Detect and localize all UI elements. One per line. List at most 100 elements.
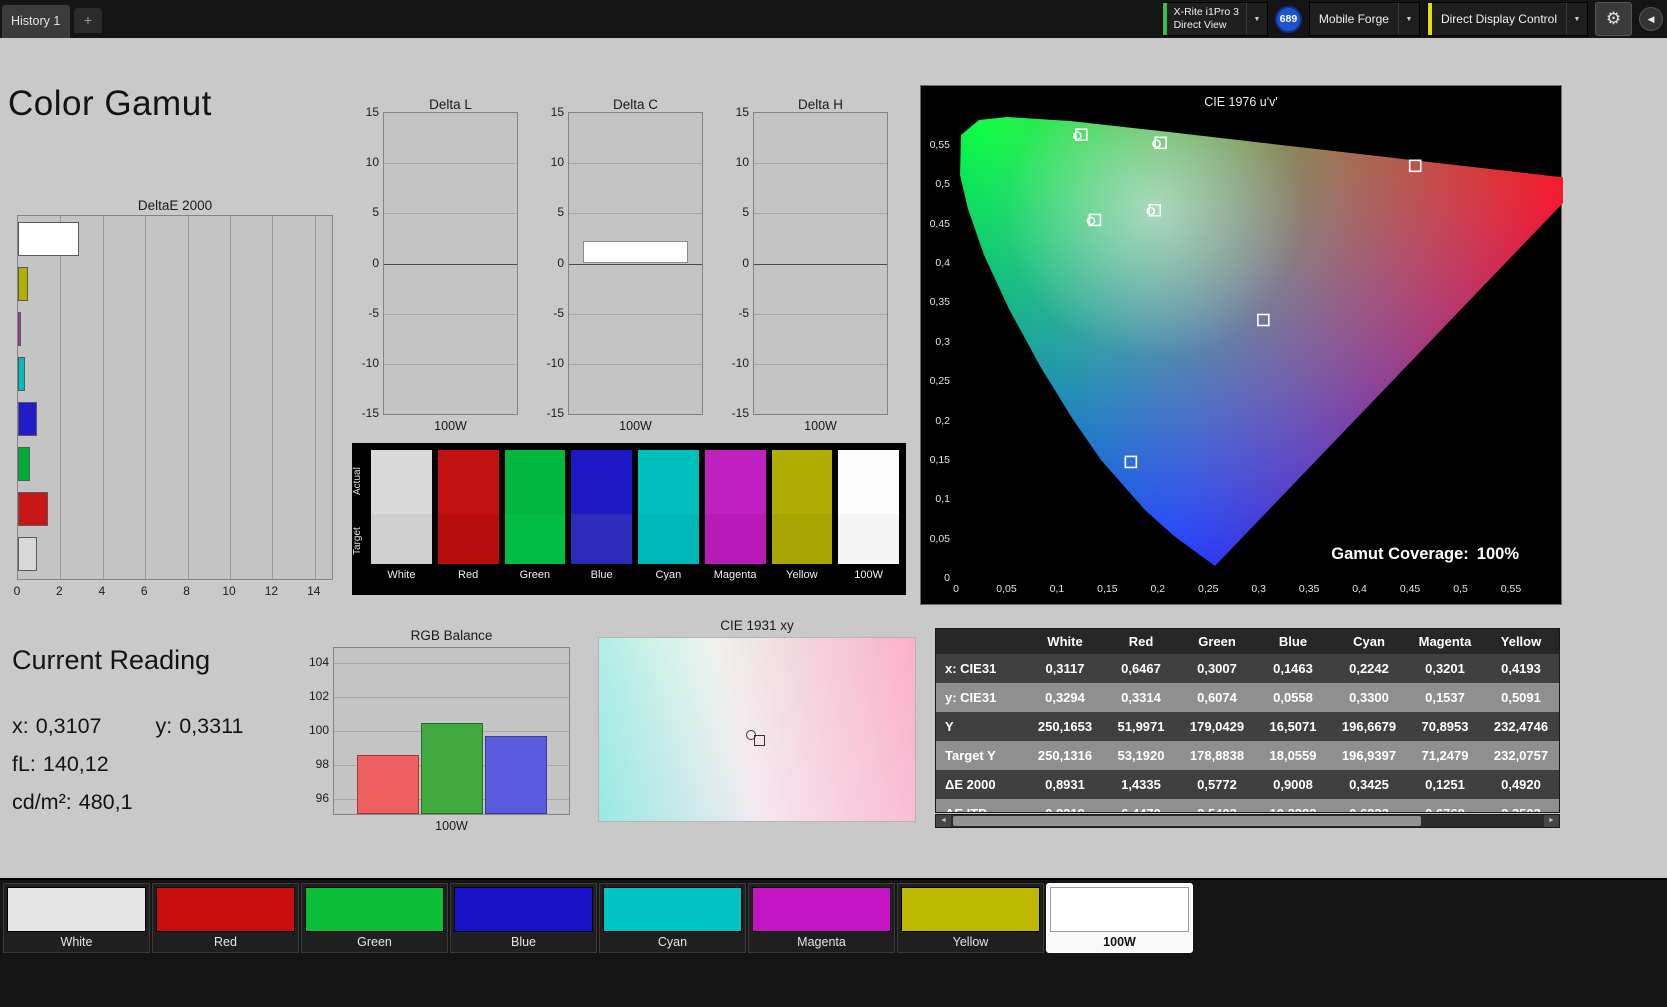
add-tab-button[interactable]: + (74, 8, 102, 33)
pattern-button-label: Red (214, 935, 237, 949)
cell-value: 0,1537 (1425, 690, 1465, 705)
swatch-column-magenta: Magenta (704, 450, 766, 595)
cell-value: 232,4746 (1493, 719, 1549, 734)
deltae2000-chart (17, 215, 333, 580)
pattern-button-yellow[interactable]: Yellow (897, 883, 1044, 953)
axis-tick-label: 0,05 (996, 583, 1017, 595)
cell-value: 18,0559 (1269, 748, 1317, 763)
row-label: ΔE 2000 (945, 777, 996, 792)
pattern-button-magenta[interactable]: Magenta (748, 883, 895, 953)
cell-value: 0,3294 (1045, 690, 1085, 705)
chevron-down-icon[interactable]: ▼ (1566, 3, 1587, 35)
cell-value: 70,8953 (1421, 719, 1469, 734)
axis-tick-label: 104 (308, 655, 329, 669)
axis-tick-label: 96 (315, 791, 329, 805)
color-patch (156, 887, 295, 932)
table-scrollbar[interactable]: ◄ ► (935, 814, 1560, 828)
color-patch (305, 887, 444, 932)
deltae-bar-yellow (18, 267, 29, 301)
app-window: History 1 + X-Rite i1Pro 3 Direct View ▼… (0, 0, 1667, 1007)
cell-value: 0,6074 (1197, 690, 1237, 705)
rgb-bar-blue (485, 736, 547, 814)
swatch-columns: White Red Green Blue Cyan Magenta Yellow 100W (369, 443, 906, 595)
gamut-coverage-value: 100% (1476, 545, 1519, 563)
scrollbar-track[interactable] (951, 815, 1544, 827)
table-body: x: CIE31 0,3117 0,6467 0,3007 0,1463 0,2242 0,… (936, 654, 1559, 812)
cie1931-chart (598, 637, 916, 822)
grid-line (754, 163, 887, 165)
column-header (936, 629, 1027, 654)
scrollbar-thumb[interactable] (953, 816, 1421, 826)
cie1976-title: CIE 1976 u'v' (1204, 95, 1278, 109)
color-patch (901, 887, 1040, 932)
meter-dropdown[interactable]: X-Rite i1Pro 3 Direct View ▼ (1161, 2, 1268, 36)
cell-value: 232,0757 (1493, 748, 1549, 763)
delta-h-chart (753, 112, 888, 415)
axis-tick-label: 0,45 (929, 217, 950, 230)
gear-icon[interactable]: ⚙ (1595, 2, 1632, 36)
column-header: Cyan (1353, 634, 1385, 649)
delta-h-y-axis: 15 10 5 0 -5 -10 -15 (719, 105, 749, 420)
display-control-label: Direct Display Control (1440, 12, 1557, 26)
deltae-bar-red (18, 492, 49, 526)
actual-swatch (838, 450, 899, 514)
topbar-controls: X-Rite i1Pro 3 Direct View ▼ 689 Mobile … (1161, 0, 1663, 38)
pattern-button-100w[interactable]: 100W (1046, 883, 1193, 953)
delta-h-x-label: 100W (804, 419, 837, 433)
y-label: y: (155, 714, 173, 738)
grid-line (384, 363, 517, 365)
axis-tick-label: 0,25 (1198, 583, 1219, 595)
grid-line (187, 216, 189, 579)
target-swatch (838, 514, 899, 564)
top-bar: History 1 + X-Rite i1Pro 3 Direct View ▼… (0, 0, 1667, 38)
table-row: Target Y 250,1316 53,1920 178,8838 18,0559 19… (936, 741, 1559, 770)
scroll-right-icon[interactable]: ► (1544, 815, 1559, 827)
delta-c-y-axis: 15 10 5 0 -5 -10 -15 (534, 105, 564, 420)
collapse-panel-icon[interactable]: ◀ (1639, 7, 1663, 31)
chevron-down-icon[interactable]: ▼ (1397, 3, 1419, 35)
pattern-button-white[interactable]: White (3, 883, 150, 953)
pattern-button-green[interactable]: Green (301, 883, 448, 953)
meter-mode: Direct View (1173, 19, 1227, 31)
grid-line (384, 213, 517, 215)
axis-tick-label: 6 (140, 584, 148, 598)
axis-tick-label: 0 (742, 255, 749, 270)
fl-value: 140,12 (42, 752, 109, 776)
grid-line (384, 263, 517, 265)
axis-tick-label: 0,15 (1097, 583, 1118, 595)
pattern-source-dropdown[interactable]: Mobile Forge ▼ (1308, 2, 1420, 36)
tab-history[interactable]: History 1 (2, 5, 70, 38)
axis-tick-label: -15 (731, 406, 749, 420)
swatch-row-labels: Actual Target (352, 443, 369, 595)
row-label: x: CIE31 (945, 661, 997, 676)
chevron-down-icon[interactable]: ▼ (1245, 3, 1267, 35)
gamut-coverage-label: Gamut Coverage: (1331, 545, 1469, 563)
pattern-button-red[interactable]: Red (152, 883, 299, 953)
delta-l-y-axis: 15 10 5 0 -5 -10 -15 (349, 105, 379, 420)
grid-line (569, 213, 702, 215)
pattern-button-blue[interactable]: Blue (450, 883, 597, 953)
pattern-source-label: Mobile Forge (1318, 12, 1389, 26)
axis-tick-label: 14 (307, 584, 321, 598)
pattern-button-label: Cyan (657, 935, 688, 949)
display-control-dropdown[interactable]: Direct Display Control ▼ (1426, 2, 1588, 36)
delta-c-chart-title: Delta C (612, 97, 658, 112)
current-reading-title: Current Reading (12, 645, 211, 675)
pattern-button-label: White (60, 935, 93, 949)
cell-value: 0,8219 (1027, 799, 1103, 812)
axis-tick-label: 0 (557, 255, 564, 270)
cell-value: 51,9971 (1117, 719, 1165, 734)
meter-labels: X-Rite i1Pro 3 Direct View (1167, 3, 1246, 35)
actual-row-label: Actual (352, 467, 363, 495)
scroll-left-icon[interactable]: ◄ (936, 815, 951, 827)
axis-tick-label: 10 (365, 155, 379, 170)
cie1976-chart: CIE 1976 u'v' 0,55 0,5 0,45 0,4 0,35 0,3 0,25 0… (920, 85, 1563, 605)
delta-l-chart-title: Delta L (429, 97, 472, 112)
x-label: x: (12, 714, 29, 738)
swatch-label: Blue (590, 569, 613, 581)
axis-tick-label: 0,2 (935, 414, 950, 427)
gamut-coverage: Gamut Coverage: 100% (1323, 545, 1519, 564)
pattern-button-cyan[interactable]: Cyan (599, 883, 746, 953)
current-reading-fl: fL: 140,12 (12, 752, 109, 777)
cell-value: 2,3503 (1483, 799, 1559, 812)
